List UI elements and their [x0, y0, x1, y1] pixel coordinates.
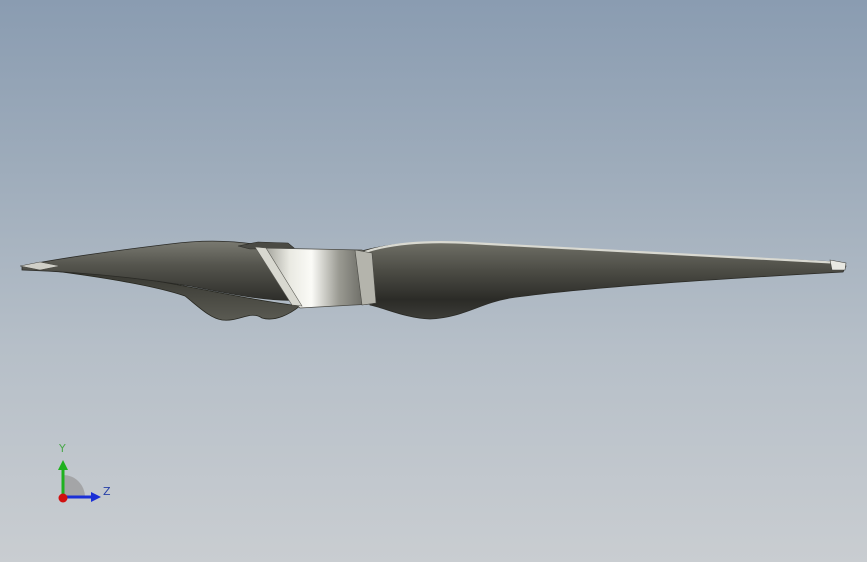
- y-axis-arrow: [58, 460, 68, 470]
- propeller-model[interactable]: [0, 0, 867, 562]
- triad-plane: [63, 475, 85, 497]
- right-blade: [357, 241, 847, 320]
- right-blade-tip: [829, 259, 847, 271]
- graphics-viewport[interactable]: Y Z: [0, 0, 867, 562]
- x-axis-dot: [58, 493, 68, 503]
- z-axis-arrow: [91, 492, 101, 502]
- axis-triad: Y Z: [50, 440, 120, 510]
- z-axis-label: Z: [103, 485, 111, 498]
- y-axis-label: Y: [59, 442, 66, 455]
